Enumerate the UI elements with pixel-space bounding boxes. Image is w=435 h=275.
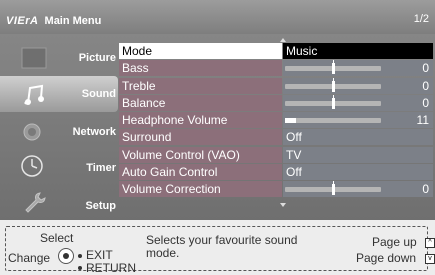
row-value: TV bbox=[283, 146, 433, 163]
change-hint: Change bbox=[8, 251, 51, 265]
menu-title: Main Menu bbox=[44, 15, 102, 27]
sidebar-item-sound[interactable]: Sound bbox=[0, 76, 118, 112]
level-bar bbox=[285, 94, 381, 109]
sound-settings-list: Mode Music Bass 0 Treble 0 Balance 0 Hea… bbox=[119, 43, 433, 199]
slider-knob bbox=[332, 80, 335, 92]
page-down-icon[interactable]: v bbox=[425, 254, 435, 264]
row-label: Bass bbox=[119, 60, 282, 77]
scroll-down-icon[interactable] bbox=[280, 203, 286, 207]
sidebar-item-label: Timer bbox=[86, 162, 116, 174]
tv-menu-screen: VIErA Main Menu 1/2 Picture Sound Networ… bbox=[0, 0, 435, 220]
sidebar-item-label: Network bbox=[72, 126, 116, 138]
brand-logo: VIErA bbox=[6, 15, 39, 27]
row-label: Auto Gain Control bbox=[119, 164, 282, 181]
globe-icon bbox=[20, 120, 48, 144]
return-dot-icon bbox=[78, 266, 82, 270]
picture-icon bbox=[20, 46, 48, 70]
dpad-icon bbox=[58, 248, 74, 264]
menu-row-volume-control[interactable]: Volume Control (VAO) TV bbox=[119, 146, 433, 164]
sidebar-item-timer[interactable]: Timer bbox=[0, 150, 118, 186]
row-slider: 11 bbox=[283, 112, 433, 129]
music-note-icon bbox=[20, 82, 48, 106]
sidebar-item-label: Setup bbox=[85, 200, 116, 212]
sidebar: Picture Sound Network Timer Setup bbox=[0, 38, 118, 220]
row-value: Off bbox=[283, 164, 433, 181]
sidebar-item-setup[interactable]: Setup bbox=[0, 186, 118, 222]
row-label: Treble bbox=[119, 77, 282, 94]
header-bar: VIErA Main Menu 1/2 bbox=[0, 0, 435, 34]
slider-knob bbox=[332, 97, 335, 109]
page-up-icon[interactable]: ^ bbox=[425, 238, 435, 248]
row-number: 0 bbox=[422, 61, 429, 76]
menu-row-surround[interactable]: Surround Off bbox=[119, 129, 433, 146]
clock-icon bbox=[20, 154, 48, 178]
row-slider: 0 bbox=[283, 94, 433, 111]
sidebar-item-network[interactable]: Network bbox=[0, 114, 118, 150]
row-label: Headphone Volume bbox=[119, 112, 282, 129]
select-hint: Select bbox=[40, 231, 74, 245]
row-number: 11 bbox=[416, 113, 429, 128]
exit-dot-icon bbox=[78, 254, 82, 258]
level-bar bbox=[285, 181, 381, 196]
menu-row-volume-correction[interactable]: Volume Correction 0 bbox=[119, 181, 433, 198]
row-label: Balance bbox=[119, 94, 282, 111]
row-number: 0 bbox=[422, 95, 429, 110]
page-down-label: Page down bbox=[356, 251, 417, 265]
row-label: Volume Control (VAO) bbox=[119, 146, 282, 163]
row-label: Mode bbox=[119, 43, 282, 59]
menu-row-auto-gain[interactable]: Auto Gain Control Off bbox=[119, 164, 433, 181]
sidebar-item-label: Sound bbox=[81, 88, 116, 100]
level-bar bbox=[285, 77, 381, 92]
page-indicator: 1/2 bbox=[413, 13, 429, 25]
level-fill bbox=[285, 118, 296, 124]
menu-row-headphone-volume[interactable]: Headphone Volume 11 bbox=[119, 112, 433, 129]
row-slider: 0 bbox=[283, 77, 433, 94]
row-slider: 0 bbox=[283, 181, 433, 198]
row-slider: 0 bbox=[283, 60, 433, 77]
slider-knob bbox=[332, 184, 335, 196]
scroll-up-icon[interactable] bbox=[280, 38, 286, 42]
row-value: Music bbox=[283, 43, 433, 59]
menu-row-treble[interactable]: Treble 0 bbox=[119, 77, 433, 95]
brand-title: VIErA Main Menu bbox=[6, 13, 101, 29]
page-up-label: Page up bbox=[372, 235, 417, 249]
row-label: Surround bbox=[119, 129, 282, 146]
sidebar-item-picture[interactable]: Picture bbox=[0, 40, 118, 76]
level-bar bbox=[285, 118, 381, 124]
menu-row-mode[interactable]: Mode Music bbox=[119, 43, 433, 60]
menu-row-bass[interactable]: Bass 0 bbox=[119, 60, 433, 77]
row-number: 0 bbox=[422, 182, 429, 197]
help-description: Selects your favourite sound mode. bbox=[146, 233, 298, 260]
row-label: Volume Correction bbox=[119, 181, 282, 198]
return-hint: RETURN bbox=[86, 261, 136, 275]
menu-row-balance[interactable]: Balance 0 bbox=[119, 94, 433, 112]
slider-knob bbox=[332, 63, 335, 75]
wrench-icon bbox=[20, 190, 48, 214]
sidebar-item-label: Picture bbox=[78, 52, 116, 64]
level-bar bbox=[285, 60, 381, 75]
row-value: Off bbox=[283, 129, 433, 146]
row-number: 0 bbox=[422, 78, 429, 93]
